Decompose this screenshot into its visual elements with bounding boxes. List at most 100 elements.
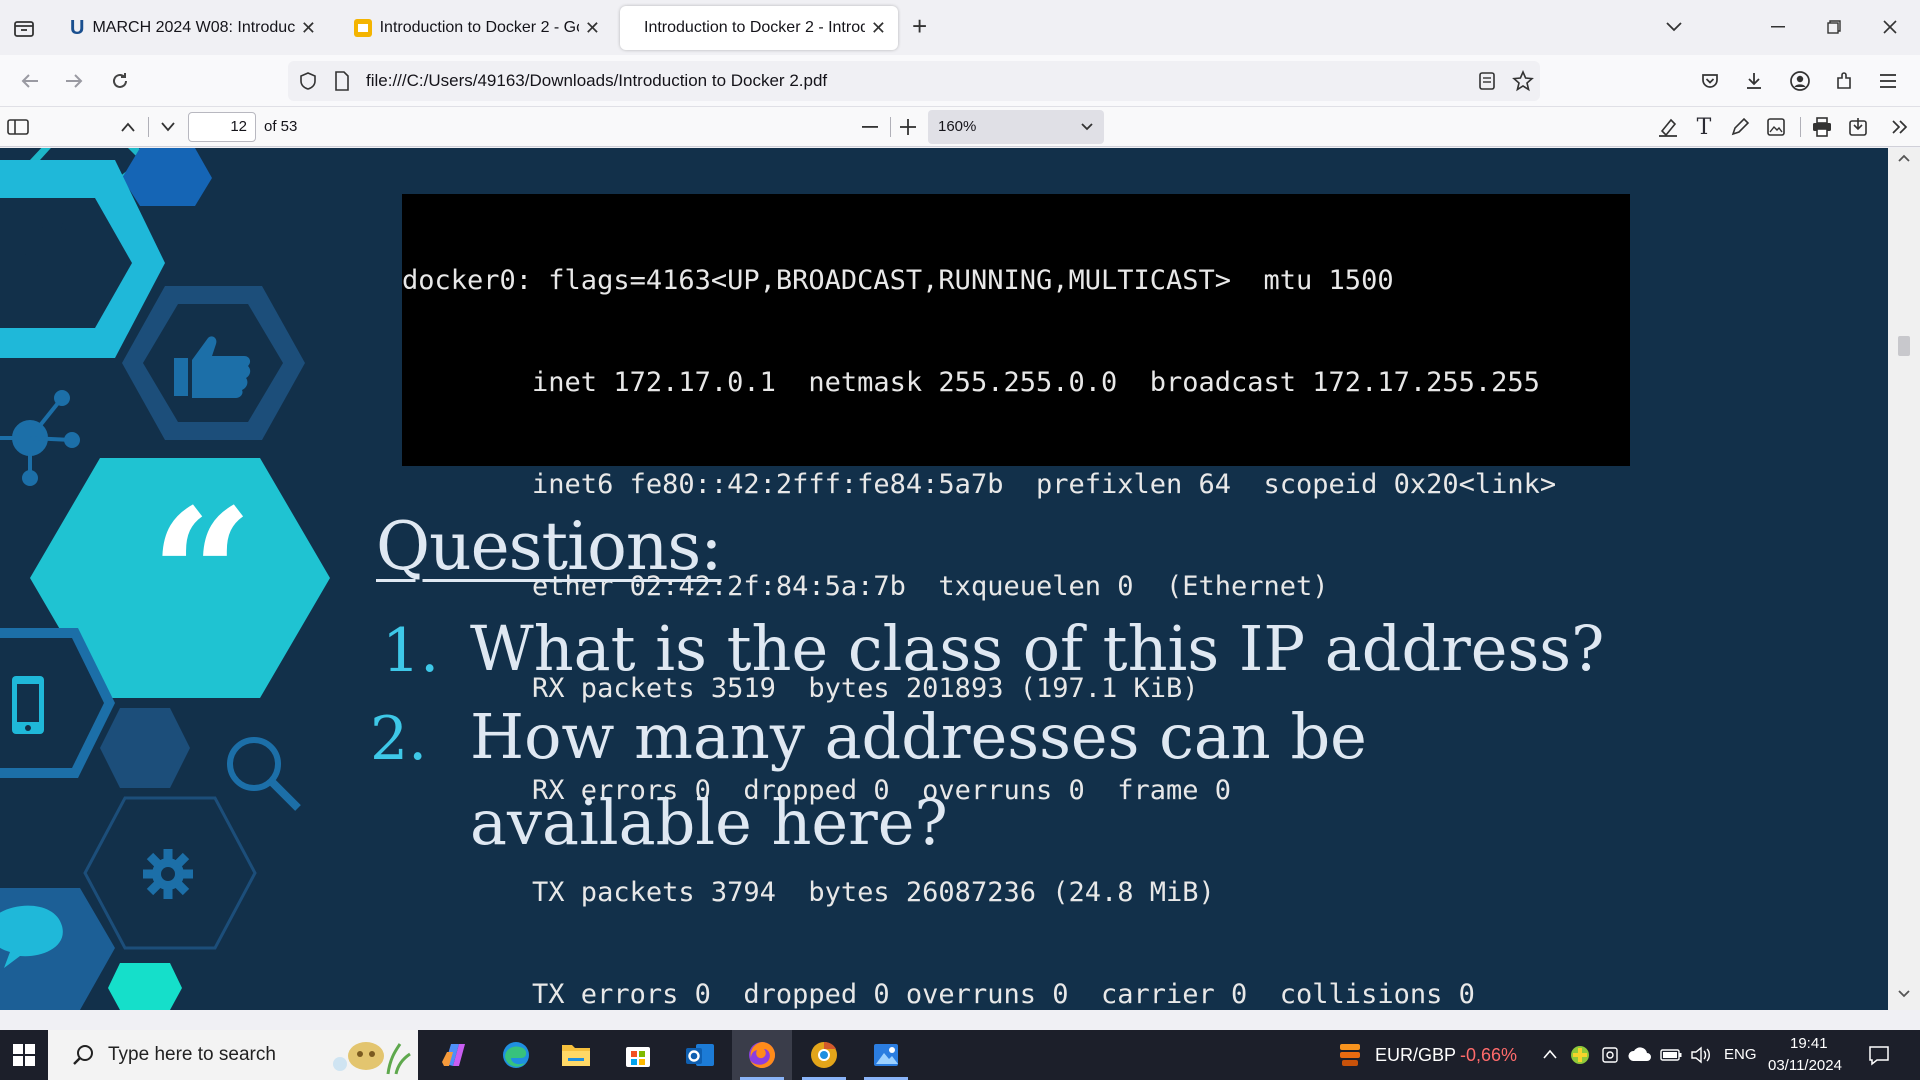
page-total-label: of 53 xyxy=(264,118,298,135)
ticker-icon[interactable] xyxy=(1336,1041,1364,1069)
previous-page-button[interactable] xyxy=(114,113,142,141)
menu-icon[interactable] xyxy=(1872,65,1904,97)
pocket-icon[interactable] xyxy=(1694,65,1726,97)
clock-date[interactable]: 03/11/2024 xyxy=(1768,1057,1842,1074)
toolbar-separator xyxy=(890,117,891,137)
reload-button[interactable] xyxy=(104,65,136,97)
minimize-button[interactable] xyxy=(1758,10,1798,44)
question-text: How many addresses can be xyxy=(470,700,1367,773)
page-file-icon[interactable] xyxy=(334,71,350,91)
show-hidden-icons-icon[interactable] xyxy=(1542,1048,1558,1060)
tracking-shield-icon[interactable] xyxy=(298,71,318,91)
tab-pdf-active[interactable]: Introduction to Docker 2 - Introduc ✕ xyxy=(620,6,898,50)
save-icon[interactable] xyxy=(1844,113,1872,141)
question-number: 2. xyxy=(370,704,428,774)
edge-icon[interactable] xyxy=(486,1030,546,1080)
tab-title: Introduction to Docker 2 - Introduc xyxy=(644,19,865,36)
toolbar-separator xyxy=(148,117,149,137)
file-explorer-icon[interactable] xyxy=(546,1030,606,1080)
taskbar-search-box[interactable]: Type here to search xyxy=(48,1030,418,1080)
extensions-icon[interactable] xyxy=(1828,65,1860,97)
onedrive-icon[interactable] xyxy=(1628,1047,1652,1063)
taskbar: Type here to search EUR/GBP -0,66% ENG 1… xyxy=(0,1030,1920,1080)
tab-strip: U MARCH 2024 W08: Introductio ✕ Introduc… xyxy=(0,0,1920,55)
zoom-select[interactable]: 160% xyxy=(928,110,1104,144)
close-window-button[interactable] xyxy=(1870,10,1910,44)
zoom-out-button[interactable] xyxy=(856,113,884,141)
microsoft-store-icon[interactable] xyxy=(608,1030,668,1080)
copilot-icon[interactable] xyxy=(424,1030,484,1080)
pdf-toolbar: 12 of 53 160% T xyxy=(0,107,1920,147)
new-tab-button[interactable]: + xyxy=(912,13,938,40)
vertical-scrollbar[interactable] xyxy=(1888,148,1920,1010)
next-page-button[interactable] xyxy=(154,113,182,141)
u-logo-icon: U xyxy=(70,16,85,39)
pdf-page: “ docker0: flags=4163<UP,BROADCAST,RUNNI… xyxy=(0,148,1888,1010)
clock-time[interactable]: 19:41 xyxy=(1790,1035,1828,1052)
close-icon[interactable]: ✕ xyxy=(301,18,316,39)
lightbulb-icon xyxy=(22,220,82,308)
scroll-down-arrow-icon[interactable] xyxy=(1896,988,1912,1000)
bookmark-star-icon[interactable] xyxy=(1512,70,1534,92)
scroll-thumb[interactable] xyxy=(1898,336,1910,356)
tab-title: Introduction to Docker 2 - Goo xyxy=(379,19,579,36)
highlight-icon[interactable] xyxy=(1654,113,1682,141)
reader-view-icon[interactable] xyxy=(1478,71,1496,91)
pdf-viewer[interactable]: “ docker0: flags=4163<UP,BROADCAST,RUNNI… xyxy=(0,148,1920,1010)
back-button[interactable] xyxy=(14,65,46,97)
print-icon[interactable] xyxy=(1808,113,1836,141)
tab-march-2024[interactable]: U MARCH 2024 W08: Introductio ✕ xyxy=(58,6,328,50)
tab-google-slides[interactable]: Introduction to Docker 2 - Goo ✕ xyxy=(342,6,612,50)
close-icon[interactable]: ✕ xyxy=(871,18,886,39)
url-text: file:///C:/Users/49163/Downloads/Introdu… xyxy=(366,71,828,90)
zoom-value: 160% xyxy=(938,118,977,135)
quote-mark-icon: “ xyxy=(150,470,254,681)
page-number-input[interactable]: 12 xyxy=(188,112,256,142)
chrome-canary-icon[interactable] xyxy=(794,1030,854,1080)
terminal-line: TX errors 0 dropped 0 overruns 0 carrier… xyxy=(402,979,1475,1010)
outlook-icon[interactable] xyxy=(670,1030,730,1080)
gear-icon xyxy=(140,846,196,902)
volume-icon[interactable] xyxy=(1690,1046,1712,1064)
notifications-icon[interactable] xyxy=(1868,1044,1890,1066)
image-tool-icon[interactable] xyxy=(1762,113,1790,141)
chevron-down-icon xyxy=(1080,110,1094,144)
tray-app-icon[interactable] xyxy=(1570,1045,1590,1065)
account-icon[interactable] xyxy=(1784,65,1816,97)
navigation-bar: file:///C:/Users/49163/Downloads/Introdu… xyxy=(0,55,1920,107)
question-text-continued: available here? xyxy=(470,786,948,859)
google-slides-icon xyxy=(354,19,372,37)
terminal-line: inet 172.17.0.1 netmask 255.255.0.0 broa… xyxy=(402,367,1540,398)
battery-icon[interactable] xyxy=(1660,1049,1682,1061)
tab-title: MARCH 2024 W08: Introductio xyxy=(92,19,295,36)
thumbs-up-icon xyxy=(172,332,252,400)
more-tools-icon[interactable] xyxy=(1886,113,1914,141)
download-icon[interactable] xyxy=(1738,65,1770,97)
tab-list-icon[interactable] xyxy=(12,16,36,40)
magnifier-icon xyxy=(224,734,304,814)
url-bar[interactable]: file:///C:/Users/49163/Downloads/Introdu… xyxy=(288,61,1540,101)
photos-icon[interactable] xyxy=(856,1030,916,1080)
search-highlight-icon xyxy=(326,1036,414,1076)
close-icon[interactable]: ✕ xyxy=(585,18,600,39)
questions-heading: Questions: xyxy=(376,508,723,585)
sidebar-toggle-icon[interactable] xyxy=(4,113,32,141)
terminal-output: docker0: flags=4163<UP,BROADCAST,RUNNING… xyxy=(402,194,1630,1010)
search-placeholder: Type here to search xyxy=(108,1044,276,1065)
ticker-change: -0,66% xyxy=(1460,1045,1518,1065)
scroll-up-arrow-icon[interactable] xyxy=(1896,152,1912,164)
question-text: What is the class of this IP address? xyxy=(470,612,1605,685)
mobile-phone-icon xyxy=(10,674,46,736)
zoom-in-button[interactable] xyxy=(894,113,922,141)
meet-now-icon[interactable] xyxy=(1600,1046,1620,1064)
forward-button[interactable] xyxy=(58,65,90,97)
windows-start-button[interactable] xyxy=(0,1030,48,1080)
text-tool-icon[interactable]: T xyxy=(1690,113,1718,141)
terminal-line: inet6 fe80::42:2fff:fe84:5a7b prefixlen … xyxy=(402,469,1557,500)
firefox-icon[interactable] xyxy=(732,1030,792,1080)
restore-button[interactable] xyxy=(1814,10,1854,44)
language-indicator[interactable]: ENG xyxy=(1724,1046,1757,1063)
draw-icon[interactable] xyxy=(1726,113,1754,141)
list-all-tabs-icon[interactable] xyxy=(1654,10,1694,44)
toolbar-separator xyxy=(1800,117,1801,137)
